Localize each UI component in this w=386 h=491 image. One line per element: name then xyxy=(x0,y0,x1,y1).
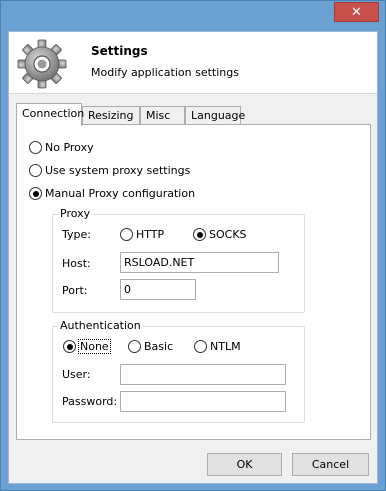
tab-misc[interactable]: Misc xyxy=(140,106,185,126)
manual-proxy-option[interactable]: Manual Proxy configuration xyxy=(29,187,195,200)
gear-icon xyxy=(17,39,67,89)
auth-basic-radio[interactable] xyxy=(128,340,141,353)
socks-label: SOCKS xyxy=(209,228,247,241)
type-http-option[interactable]: HTTP xyxy=(120,228,164,241)
system-proxy-radio[interactable] xyxy=(29,164,42,177)
auth-none-option[interactable]: None xyxy=(63,339,111,354)
cancel-button[interactable]: Cancel xyxy=(292,453,369,476)
close-button[interactable]: ✕ xyxy=(334,2,379,22)
manual-proxy-label: Manual Proxy configuration xyxy=(45,187,196,200)
tab-language[interactable]: Language xyxy=(185,106,245,126)
auth-none-label: None xyxy=(78,339,111,354)
auth-none-radio[interactable] xyxy=(63,340,76,353)
type-label: Type: xyxy=(62,228,91,241)
auth-ntlm-radio[interactable] xyxy=(194,340,207,353)
socks-radio[interactable] xyxy=(193,228,206,241)
no-proxy-label: No Proxy xyxy=(45,141,94,154)
title-bar[interactable]: ✕ xyxy=(1,1,385,31)
dialog-title: Settings xyxy=(91,44,148,58)
auth-basic-option[interactable]: Basic xyxy=(128,340,173,353)
tab-connection[interactable]: Connection xyxy=(16,103,84,126)
connection-tab-page: No Proxy Use system proxy settings Manua… xyxy=(16,124,371,440)
password-label: Password: xyxy=(62,395,118,408)
http-label: HTTP xyxy=(136,228,165,241)
no-proxy-option[interactable]: No Proxy xyxy=(29,141,94,154)
host-input[interactable]: RSLOAD.NET xyxy=(120,252,279,273)
port-input[interactable]: 0 xyxy=(120,279,196,300)
dialog-client-area: Settings Modify application settings Con… xyxy=(8,31,378,484)
ok-button[interactable]: OK xyxy=(207,453,282,476)
auth-basic-label: Basic xyxy=(144,340,174,353)
dialog-subtitle: Modify application settings xyxy=(91,66,239,79)
port-label: Port: xyxy=(62,284,88,297)
settings-window: ✕ Settings Modify application settings C… xyxy=(0,0,386,491)
auth-ntlm-label: NTLM xyxy=(210,340,241,353)
auth-ntlm-option[interactable]: NTLM xyxy=(194,340,241,353)
tab-resizing[interactable]: Resizing xyxy=(82,106,140,126)
system-proxy-option[interactable]: Use system proxy settings xyxy=(29,164,190,177)
proxy-group: Proxy Type: HTTP SOCKS Host: RSLOAD.NET … xyxy=(52,207,305,313)
password-input[interactable] xyxy=(120,391,286,412)
authentication-group: Authentication None Basic NTLM User: Pas… xyxy=(52,319,305,423)
auth-group-caption: Authentication xyxy=(58,319,143,332)
user-label: User: xyxy=(62,368,91,381)
system-proxy-label: Use system proxy settings xyxy=(45,164,191,177)
manual-proxy-radio[interactable] xyxy=(29,187,42,200)
dialog-header: Settings Modify application settings xyxy=(9,32,377,94)
type-socks-option[interactable]: SOCKS xyxy=(193,228,247,241)
host-label: Host: xyxy=(62,257,91,270)
http-radio[interactable] xyxy=(120,228,133,241)
no-proxy-radio[interactable] xyxy=(29,141,42,154)
user-input[interactable] xyxy=(120,364,286,385)
close-icon: ✕ xyxy=(351,4,362,20)
proxy-group-caption: Proxy xyxy=(58,207,93,220)
